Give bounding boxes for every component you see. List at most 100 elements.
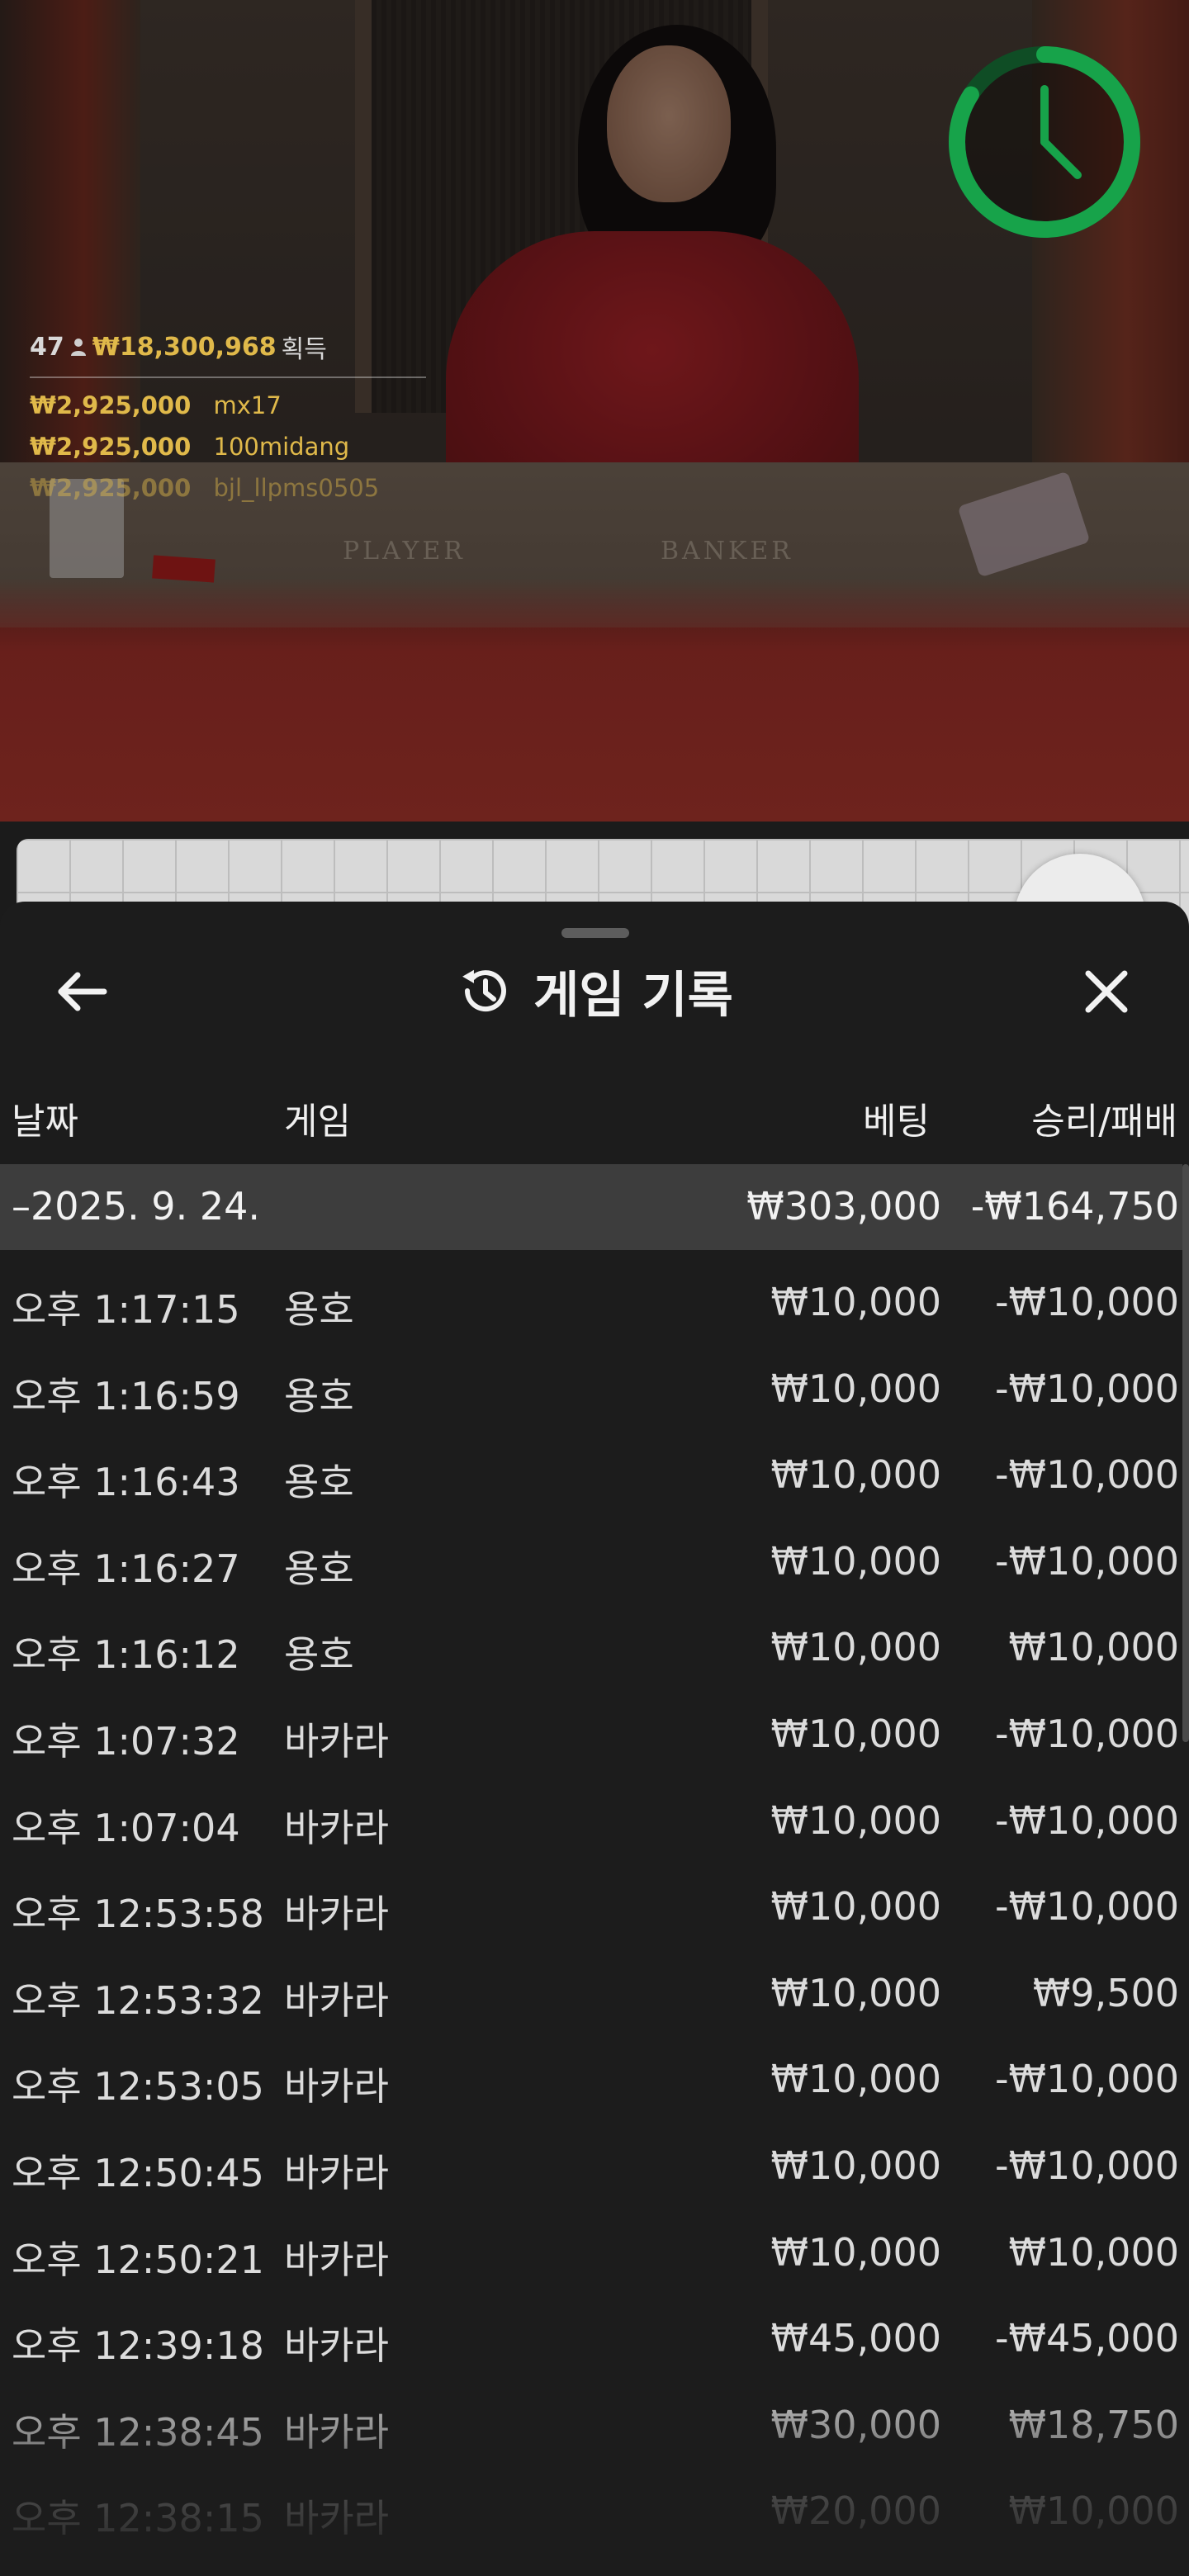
row-bet: ₩10,000 (770, 1970, 941, 2015)
history-row[interactable]: 오후 1:07:32 바카라 ₩10,000 -₩10,000 (0, 1688, 1182, 1774)
row-time: 오후 1:16:12 (12, 1632, 240, 1678)
row-game: 바카라 (284, 2237, 389, 2282)
row-game: 바카라 (284, 2409, 389, 2455)
row-time: 오후 12:38:15 (12, 2496, 264, 2541)
row-game: 용호 (284, 1373, 354, 1418)
winner-row: ₩2,925,000 mx17 (30, 391, 426, 419)
winners-count: 47 (30, 332, 64, 362)
video-bottom-gradient (0, 578, 1189, 822)
row-game: 바카라 (284, 1977, 389, 2023)
row-result: ₩9,500 (1032, 1970, 1179, 2015)
date-group-label: –2025. 9. 24. (12, 1184, 260, 1229)
live-video: PLAYER BANKER 47 ₩18,300,968 획득 ₩2,925,0… (0, 0, 1189, 822)
row-time: 오후 1:16:59 (12, 1373, 240, 1418)
row-result: -₩10,000 (994, 2143, 1179, 2188)
history-row[interactable]: 오후 12:53:05 바카라 ₩10,000 -₩10,000 (0, 2034, 1182, 2119)
row-bet: ₩10,000 (770, 1797, 941, 1843)
winner-amount: ₩2,925,000 (30, 391, 192, 419)
row-bet: ₩30,000 (770, 2402, 941, 2447)
row-game: 바카라 (284, 1892, 389, 1937)
row-result: -₩45,000 (994, 2316, 1179, 2361)
row-result: ₩18,750 (1008, 2402, 1179, 2447)
row-game: 바카라 (284, 1805, 389, 1850)
row-result: ₩10,000 (1008, 1625, 1179, 1670)
row-game: 바카라 (284, 2064, 389, 2110)
history-row[interactable]: 오후 1:16:12 용호 ₩10,000 ₩10,000 (0, 1602, 1182, 1688)
winner-row: ₩2,925,000 bjl_llpms0505 (30, 474, 426, 502)
row-time: 오후 12:50:45 (12, 2151, 264, 2195)
row-bet: ₩10,000 (770, 1712, 941, 1756)
history-icon (462, 969, 507, 1012)
row-time: 오후 1:16:27 (12, 1546, 240, 1591)
winner-name: bjl_llpms0505 (213, 474, 380, 502)
close-icon (1085, 970, 1128, 1013)
history-row[interactable]: 오후 12:39:18 바카라 ₩45,000 -₩45,000 (0, 2293, 1182, 2379)
sheet-drag-handle[interactable] (561, 928, 629, 938)
row-bet: ₩10,000 (770, 1280, 941, 1324)
row-time: 오후 12:53:05 (12, 2064, 264, 2110)
row-result: -₩10,000 (994, 2057, 1179, 2102)
arrow-left-icon (58, 972, 107, 1011)
history-row[interactable]: 오후 12:50:45 바카라 ₩10,000 -₩10,000 (0, 2120, 1182, 2206)
sheet-title-group: 게임 기록 (0, 951, 1189, 1030)
row-game: 바카라 (284, 1719, 389, 1764)
row-result: ₩10,000 (1008, 2488, 1179, 2534)
person-icon (70, 339, 86, 356)
row-game: 용호 (284, 1632, 354, 1678)
sheet-title: 게임 기록 (533, 966, 733, 1025)
back-button[interactable] (50, 963, 116, 1020)
column-header-date: 날짜 (12, 1101, 78, 1143)
history-row[interactable]: 오후 12:50:21 바카라 ₩10,000 ₩10,000 (0, 2207, 1182, 2293)
row-bet: ₩20,000 (770, 2488, 941, 2534)
row-time: 오후 12:50:21 (12, 2237, 264, 2282)
history-row[interactable]: 오후 1:16:43 용호 ₩10,000 -₩10,000 (0, 1429, 1182, 1515)
row-time: 오후 12:39:18 (12, 2323, 264, 2369)
history-row[interactable]: 오후 1:07:04 바카라 ₩10,000 -₩10,000 (0, 1775, 1182, 1861)
column-header-game: 게임 (284, 1101, 351, 1143)
history-row[interactable]: 오후 12:38:15 바카라 ₩20,000 ₩10,000 (0, 2465, 1182, 2551)
row-bet: ₩10,000 (770, 2143, 941, 2188)
close-button[interactable] (1073, 963, 1139, 1020)
winner-amount: ₩2,925,000 (30, 474, 192, 502)
row-bet: ₩10,000 (770, 1366, 941, 1411)
date-group-bet-total: ₩303,000 (746, 1184, 941, 1229)
row-game: 용호 (284, 1287, 354, 1332)
row-bet: ₩10,000 (770, 1625, 941, 1670)
row-result: ₩10,000 (1008, 2229, 1179, 2275)
row-time: 오후 1:17:15 (12, 1287, 240, 1332)
row-time: 오후 12:53:58 (12, 1892, 264, 1937)
history-row[interactable]: 오후 12:53:32 바카라 ₩10,000 ₩9,500 (0, 1948, 1182, 2034)
row-result: -₩10,000 (994, 1538, 1179, 1584)
history-row[interactable]: 오후 1:16:27 용호 ₩10,000 -₩10,000 (0, 1516, 1182, 1602)
row-bet: ₩10,000 (770, 1884, 941, 1930)
row-time: 오후 12:38:45 (12, 2409, 264, 2455)
history-row[interactable]: 오후 12:53:58 바카라 ₩10,000 -₩10,000 (0, 1861, 1182, 1947)
row-result: -₩10,000 (994, 1797, 1179, 1843)
row-result: -₩10,000 (994, 1884, 1179, 1930)
row-result: -₩10,000 (994, 1452, 1179, 1498)
winner-row: ₩2,925,000 100midang (30, 433, 426, 461)
row-bet: ₩10,000 (770, 2057, 941, 2102)
date-group-row[interactable]: –2025. 9. 24. ₩303,000 -₩164,750 (0, 1164, 1182, 1250)
sheet-header: 게임 기록 (0, 951, 1189, 1030)
winner-name: 100midang (213, 433, 350, 461)
row-result: -₩10,000 (994, 1366, 1179, 1411)
row-time: 오후 1:07:32 (12, 1719, 240, 1764)
row-time: 오후 1:16:43 (12, 1460, 240, 1505)
history-row[interactable]: 오후 1:17:15 용호 ₩10,000 -₩10,000 (0, 1257, 1182, 1342)
row-game: 바카라 (284, 2323, 389, 2369)
clock-icon (949, 46, 1140, 238)
row-bet: ₩10,000 (770, 1452, 941, 1498)
winners-suffix: 획득 (281, 335, 327, 364)
history-row[interactable]: 오후 1:16:59 용호 ₩10,000 -₩10,000 (0, 1343, 1182, 1429)
row-game: 용호 (284, 1460, 354, 1505)
history-list[interactable]: –2025. 9. 24. ₩303,000 -₩164,750 오후 1:17… (0, 1164, 1189, 2576)
winners-total: ₩18,300,968 (92, 332, 277, 362)
winners-summary: 47 ₩18,300,968 획득 (30, 329, 426, 378)
winner-name: mx17 (213, 391, 282, 419)
history-row[interactable]: 오후 12:38:45 바카라 ₩30,000 ₩18,750 (0, 2379, 1182, 2465)
row-bet: ₩45,000 (770, 2316, 941, 2361)
scrollbar[interactable] (1182, 1164, 1189, 1742)
row-game: 바카라 (284, 2496, 389, 2541)
row-bet: ₩10,000 (770, 2229, 941, 2275)
